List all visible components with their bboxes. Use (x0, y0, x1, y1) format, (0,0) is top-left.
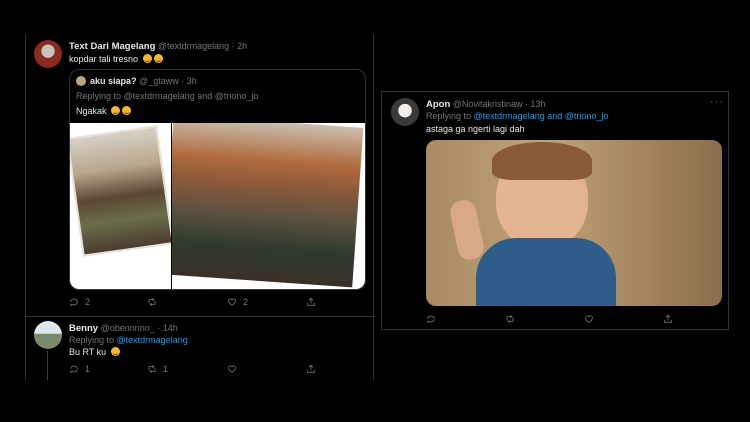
tweet-time[interactable]: · 14h (157, 323, 178, 333)
like-button[interactable] (584, 314, 594, 324)
reply-button[interactable]: 1 (69, 364, 90, 374)
reply-header: Benny @obennnnn_ · 14h (69, 323, 178, 334)
like-button[interactable]: 2 (227, 297, 248, 307)
like-count: 2 (243, 297, 249, 307)
reply-text-row: Bu RT ku (69, 347, 120, 357)
quoted-text: Ngakak (76, 106, 107, 116)
reply-icon (427, 315, 435, 324)
reply-mentions[interactable]: @textdrmagelang and @triono_jo (474, 111, 609, 121)
reply-context: Replying to @textdrmagelang and @triono_… (426, 111, 608, 121)
author-name[interactable]: Benny (69, 323, 98, 334)
retweet-icon (506, 314, 514, 324)
quoted-tweet-card[interactable]: aku siapa? @_gtaww · 3h Replying to @tex… (69, 69, 366, 290)
share-button[interactable] (306, 364, 316, 374)
avatar[interactable] (391, 98, 419, 126)
share-button[interactable] (663, 314, 673, 324)
laughing-emoji-icon (122, 106, 132, 115)
quoted-author-name: aku siapa? (90, 76, 137, 86)
reply-context: Replying to @textdrmagelang (69, 335, 188, 345)
tweet-time[interactable]: · 13h (525, 99, 546, 109)
laughing-emoji-icon (111, 106, 121, 115)
quoted-reply-context: Replying to @textdrmagelang and @triono_… (76, 91, 258, 101)
tweet-photo[interactable] (426, 140, 722, 306)
divider (26, 316, 375, 317)
author-name[interactable]: Apon (426, 99, 450, 110)
reply-prefix: Replying to (426, 111, 474, 121)
reply-icon (70, 365, 78, 374)
quoted-photo-2[interactable] (172, 123, 365, 289)
like-icon (585, 315, 593, 323)
avatar[interactable] (34, 321, 62, 349)
thread-line (47, 351, 48, 380)
author-handle[interactable]: @textdrmagelang (158, 41, 229, 51)
quoted-photo-1[interactable] (70, 123, 171, 289)
like-button[interactable] (227, 364, 243, 374)
right-tweet: Apon @Novitakristinaw · 13h ··· Replying… (381, 91, 729, 330)
reply-button[interactable]: 2 (69, 297, 90, 307)
crying-emoji-icon (142, 54, 152, 63)
crying-emoji-icon (153, 54, 163, 63)
share-icon (307, 297, 315, 306)
reply-icon (70, 298, 78, 307)
share-button[interactable] (306, 297, 316, 307)
tweet-text: astaga ga ngerti lagi dah (426, 124, 525, 134)
tweet-time[interactable]: · 2h (232, 41, 248, 51)
retweet-button[interactable] (505, 314, 515, 324)
share-icon (307, 364, 315, 373)
quoted-time: · 3h (181, 76, 197, 86)
retweet-icon (148, 364, 156, 374)
share-icon (664, 314, 672, 323)
tweet-text: Bu RT ku (69, 347, 107, 357)
retweet-button[interactable] (147, 297, 163, 307)
laughing-emoji-icon (110, 347, 120, 356)
tweet-text-row: kopdar tali tresno (69, 54, 163, 64)
reply-button[interactable] (426, 314, 436, 324)
retweet-icon (148, 297, 156, 307)
quoted-author-handle: @_gtaww (139, 76, 179, 86)
author-handle[interactable]: @Novitakristinaw (453, 99, 523, 109)
quoted-text-row: Ngakak (76, 106, 132, 116)
author-name[interactable]: Text Dari Magelang (69, 41, 155, 52)
tweet-header: Text Dari Magelang @textdrmagelang · 2h (69, 41, 247, 52)
like-icon (228, 365, 236, 373)
avatar[interactable] (34, 40, 62, 68)
author-handle[interactable]: @obennnnn_ (101, 323, 155, 333)
tweet-header: Apon @Novitakristinaw · 13h (426, 99, 545, 110)
reply-count: 1 (85, 364, 91, 374)
reply-mentions: @textdrmagelang and @triono_jo (123, 91, 259, 101)
left-tweet-thread: Text Dari Magelang @textdrmagelang · 2h … (25, 34, 375, 380)
retweet-button[interactable]: 1 (147, 364, 168, 374)
reply-prefix: Replying to (69, 335, 117, 345)
reply-count: 2 (85, 297, 91, 307)
tweet-text: kopdar tali tresno (69, 54, 139, 64)
quoted-header: aku siapa? @_gtaww · 3h (90, 76, 197, 86)
more-icon[interactable]: ··· (710, 96, 724, 108)
reply-mentions[interactable]: @textdrmagelang (117, 335, 188, 345)
avatar (76, 76, 86, 86)
like-icon (228, 298, 236, 306)
reply-prefix: Replying to (76, 91, 124, 101)
retweet-count: 1 (163, 364, 169, 374)
